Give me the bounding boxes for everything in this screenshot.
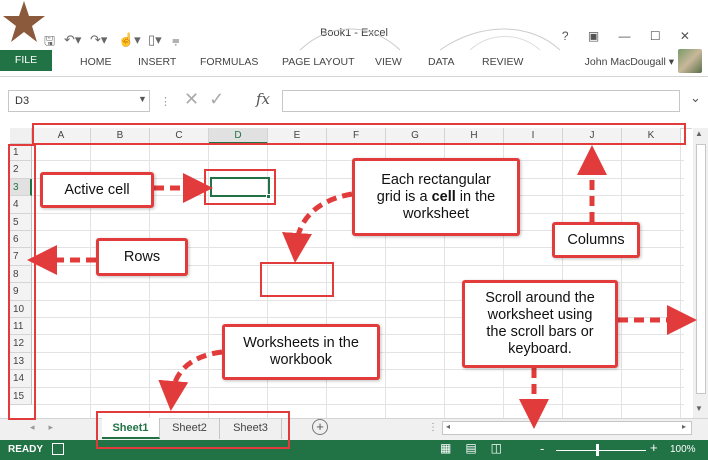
callout-scroll: Scroll around the worksheet using the sc… <box>462 280 618 368</box>
callout-cell-line2: grid is a cell in the <box>377 189 496 206</box>
callout-cell-line2a: grid is a <box>376 188 432 205</box>
callout-active-cell: Active cell <box>40 172 154 208</box>
callout-cell-line3: worksheet <box>402 205 470 222</box>
callout-scroll-line3: the scroll bars or <box>486 324 594 340</box>
callout-scroll-line1: Scroll around the <box>485 290 595 306</box>
callout-columns: Columns <box>552 222 640 258</box>
callout-cell-line1: Each rectangular <box>381 171 491 188</box>
callout-rows: Rows <box>96 238 188 276</box>
callout-cell-line2c: in the <box>455 188 496 205</box>
callout-worksheets: Worksheets in the workbook <box>222 324 380 380</box>
callout-cell-keyword: cell <box>431 188 456 205</box>
arrow-to-sheet-tabs <box>158 349 223 411</box>
callout-cell: Each rectangular grid is a cell in the w… <box>352 158 520 236</box>
callout-worksheets-line1: Worksheets in the <box>243 335 359 351</box>
arrow-to-cell <box>282 191 353 263</box>
callout-scroll-line2: worksheet using <box>487 307 593 323</box>
callout-scroll-line4: keyboard. <box>508 341 572 357</box>
callout-worksheets-line2: workbook <box>269 352 333 368</box>
